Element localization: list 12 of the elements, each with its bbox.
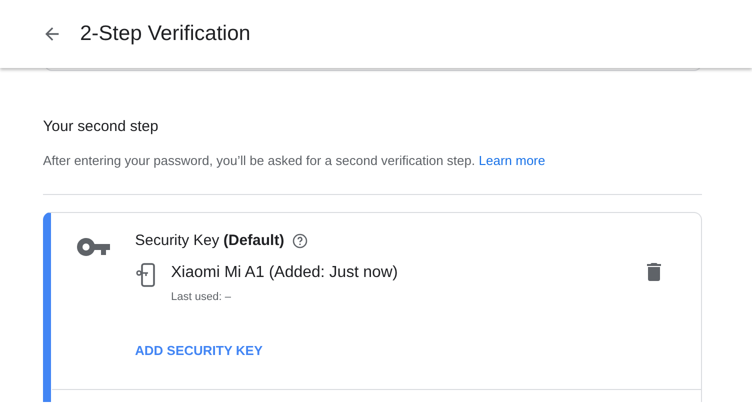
device-name: Xiaomi Mi A1 (Added: Just now) bbox=[171, 262, 398, 282]
section-title: Your second step bbox=[43, 117, 160, 137]
phone-key-icon bbox=[135, 262, 157, 286]
key-icon bbox=[77, 237, 111, 257]
learn-more-link[interactable]: Learn more bbox=[478, 152, 546, 168]
last-used-text: Last used: – bbox=[171, 290, 232, 304]
card-title: Security Key (Default) bbox=[135, 231, 284, 251]
help-icon[interactable] bbox=[292, 233, 308, 250]
section-description: After entering your password, you’ll be asked for a second verification step. Learn more bbox=[43, 152, 546, 170]
page-title: 2-Step Verification bbox=[80, 21, 250, 48]
add-security-key-button[interactable]: ADD SECURITY KEY bbox=[135, 341, 263, 360]
delete-button[interactable] bbox=[647, 262, 661, 280]
